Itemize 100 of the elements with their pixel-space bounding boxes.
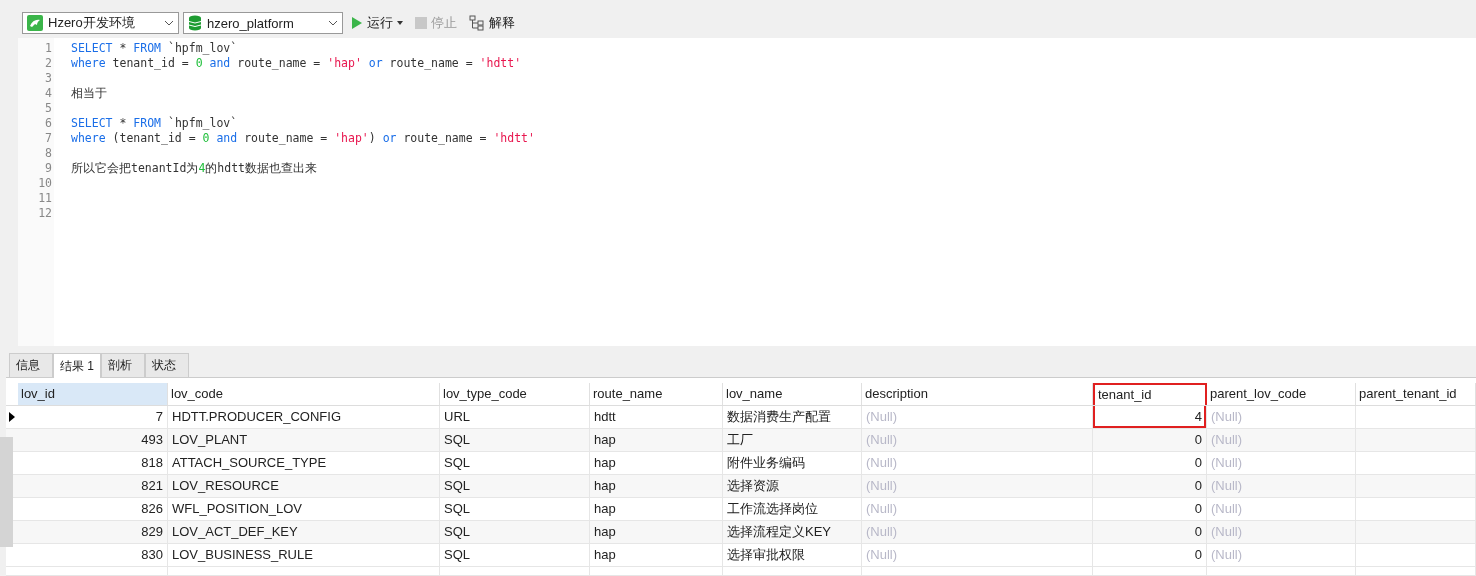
code-line: 所以它会把tenantId为4的hdtt数据也查出来 [71,160,318,175]
row-pointer-icon [9,412,15,422]
result-tab[interactable]: 信息 [9,353,53,377]
table-cell: (Null) [866,409,898,424]
table-cell: 0 [1194,455,1202,470]
chevron-down-icon [328,20,338,27]
table-cell: hdtt [594,409,616,424]
table-cell: 工作流选择岗位 [727,501,818,516]
table-cell: SQL [444,501,470,516]
table-cell: LOV_PLANT [172,432,248,447]
line-number: 11 [37,190,53,206]
table-cell: 7 [155,409,163,424]
chevron-down-icon [164,20,174,27]
table-cell: (Null) [1211,432,1243,447]
table-cell: LOV_ACT_DEF_KEY [172,524,298,539]
table-cell: 826 [141,501,163,516]
column-header[interactable]: parent_tenant_id [1356,383,1476,405]
connection-dropdown[interactable]: Hzero开发环境 [22,12,179,35]
table-cell: (Null) [866,478,898,493]
tree-icon [469,15,485,32]
code-line: SELECT * FROM `hpfm_lov` [71,115,238,130]
table-cell: 附件业务编码 [727,455,805,470]
column-header[interactable]: parent_lov_code [1207,383,1356,405]
result-tab[interactable]: 状态 [145,353,189,377]
column-header[interactable]: lov_type_code [440,383,590,405]
play-icon [351,16,363,31]
table-cell: (Null) [866,524,898,539]
table-cell: (Null) [1211,501,1243,516]
database-icon [188,15,202,32]
code-line: SELECT * FROM `hpfm_lov` [71,40,238,55]
table-cell: ATTACH_SOURCE_TYPE [172,455,327,470]
table-cell: SQL [444,547,470,562]
column-header[interactable]: lov_name [723,383,862,405]
table-cell: (Null) [1211,478,1243,493]
table-cell: LOV_RESOURCE [172,478,279,493]
caret-icon [397,21,403,26]
table-cell: 选择资源 [727,478,779,493]
table-cell: 数据消费生产配置 [727,409,831,424]
scrollbar[interactable] [0,437,13,547]
table-cell: hap [594,524,616,539]
line-number: 6 [44,115,53,131]
table-cell: 493 [141,432,163,447]
table-cell: WFL_POSITION_LOV [172,501,303,516]
stop-icon [415,17,427,30]
column-header[interactable]: route_name [590,383,723,405]
line-number: 9 [44,160,53,176]
line-number: 4 [44,85,53,101]
line-number: 2 [44,55,53,71]
column-header[interactable]: lov_id [18,383,168,405]
line-number: 12 [37,205,53,221]
table-cell: hap [594,432,616,447]
table-cell: (Null) [866,432,898,447]
table-cell: hap [594,478,616,493]
column-header[interactable]: tenant_id [1093,383,1207,405]
table-cell: SQL [444,455,470,470]
table-cell: 829 [141,524,163,539]
table-cell: 0 [1194,524,1202,539]
table-cell: 0 [1194,547,1202,562]
table-cell: 821 [141,478,163,493]
table-cell: 0 [1194,432,1202,447]
table-cell: SQL [444,524,470,539]
table-cell: 830 [141,547,163,562]
table-cell: (Null) [1211,547,1243,562]
table-cell: LOV_BUSINESS_RULE [172,547,313,562]
table-cell: hap [594,547,616,562]
run-button[interactable]: 运行 [347,14,407,33]
line-number: 8 [44,145,53,161]
table-cell: hap [594,501,616,516]
code-line: where tenant_id = 0 and route_name = 'hap' or route_name = 'hdtt' [71,55,522,70]
table-cell: 工厂 [727,432,753,447]
table-cell: (Null) [1211,524,1243,539]
table-cell: (Null) [866,547,898,562]
table-cell: (Null) [1211,409,1243,424]
table-cell: hap [594,455,616,470]
table-cell: SQL [444,432,470,447]
dolphin-icon [27,15,43,32]
table-cell: 818 [141,455,163,470]
table-cell: 选择审批权限 [727,547,805,562]
result-tab[interactable]: 剖析 [101,353,145,377]
line-number: 7 [44,130,53,146]
table-cell: 选择流程定义KEY [727,524,831,539]
table-cell: (Null) [866,501,898,516]
line-number: 3 [44,70,53,86]
table-cell: 0 [1194,478,1202,493]
code-line: where (tenant_id = 0 and route_name = 'hap') or route_name = 'hdtt' [71,130,535,145]
table-cell: HDTT.PRODUCER_CONFIG [172,409,341,424]
line-number: 1 [44,40,53,56]
code-line: 相当于 [71,85,107,100]
column-header[interactable]: lov_code [168,383,440,405]
database-dropdown[interactable]: hzero_platform [183,12,343,35]
result-tab[interactable]: 结果 1 [53,353,101,378]
line-number: 10 [37,175,53,191]
table-cell: SQL [444,478,470,493]
column-header[interactable]: description [862,383,1093,405]
explain-button[interactable]: 解释 [465,14,519,33]
table-cell: URL [444,409,470,424]
table-cell: 4 [1194,409,1202,424]
table-cell: (Null) [1211,455,1243,470]
table-cell: 0 [1194,501,1202,516]
table-cell: (Null) [866,455,898,470]
